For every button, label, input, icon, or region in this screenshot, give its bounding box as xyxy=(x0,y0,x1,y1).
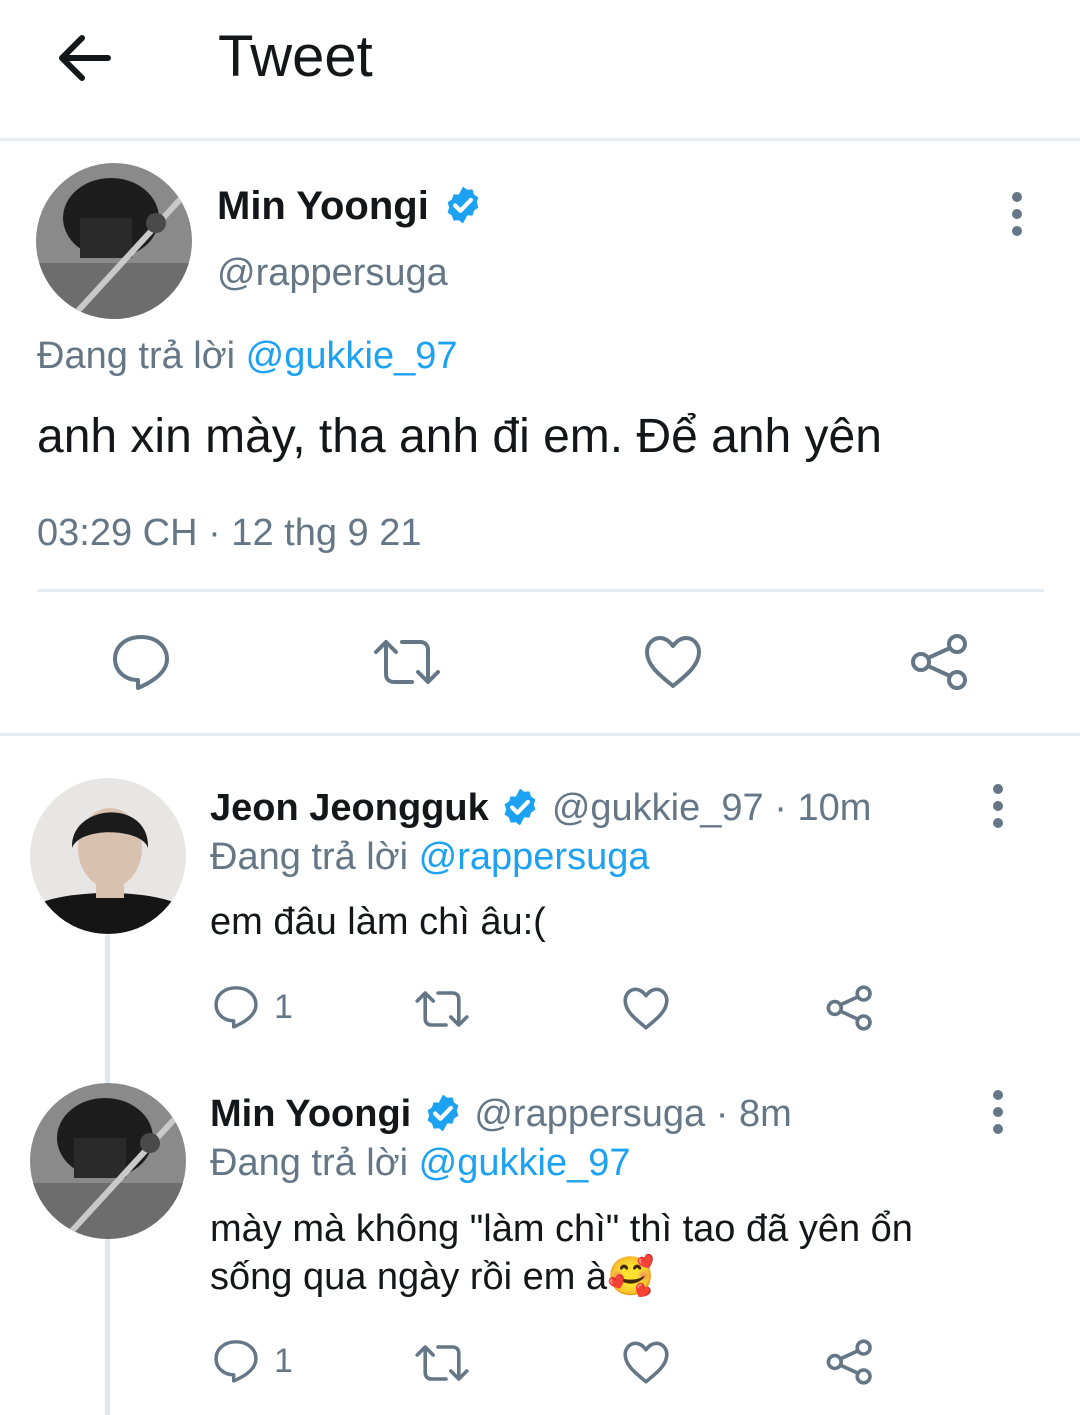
like-icon xyxy=(623,987,669,1030)
top-app-bar: Tweet xyxy=(0,0,1080,141)
author-handle[interactable]: @rappersuga xyxy=(217,250,448,296)
author-name[interactable]: Min Yoongi xyxy=(217,182,484,230)
retweet-icon xyxy=(374,640,440,684)
reply-icon xyxy=(214,986,258,1029)
reply-icon xyxy=(214,1340,258,1383)
replying-to-link[interactable]: @rappersuga xyxy=(419,836,650,878)
like-icon xyxy=(623,1341,669,1384)
author-name[interactable]: Min Yoongi xyxy=(210,1093,411,1135)
tweet-time: · 8m xyxy=(715,1093,792,1135)
more-options-button[interactable] xyxy=(978,1082,1018,1142)
more-options-button[interactable] xyxy=(997,184,1037,244)
retweet-button[interactable] xyxy=(372,636,442,693)
reply-button[interactable]: 1 xyxy=(212,1338,293,1384)
avatar[interactable] xyxy=(36,163,192,319)
page-title: Tweet xyxy=(218,24,373,89)
reply-header: Min Yoongi @rappersuga · 8m xyxy=(210,1091,792,1137)
tweet-text: em đâu làm chì âu:( xyxy=(210,901,546,943)
like-button[interactable] xyxy=(622,986,670,1036)
author-handle[interactable]: @gukkie_97 xyxy=(552,787,764,829)
back-arrow-icon xyxy=(59,35,111,81)
verified-badge-icon xyxy=(504,788,536,826)
share-button[interactable] xyxy=(909,632,971,697)
section-divider xyxy=(0,733,1080,736)
reply-count: 1 xyxy=(274,1342,293,1380)
more-vertical-icon xyxy=(1012,192,1022,236)
more-options-button[interactable] xyxy=(978,776,1018,836)
reply-button[interactable]: 1 xyxy=(212,984,293,1030)
replying-to: Đang trả lời @gukkie_97 xyxy=(37,335,458,377)
replying-to: Đang trả lời @gukkie_97 xyxy=(210,1142,631,1184)
divider xyxy=(37,589,1044,592)
more-vertical-icon xyxy=(993,784,1003,828)
reply-header: Jeon Jeongguk @gukkie_97 · 10m xyxy=(210,785,871,831)
author-name[interactable]: Jeon Jeongguk xyxy=(210,787,489,829)
like-icon xyxy=(645,636,701,688)
avatar[interactable] xyxy=(30,1083,186,1239)
author-handle[interactable]: @rappersuga xyxy=(474,1093,705,1135)
retweet-button[interactable] xyxy=(414,988,470,1035)
share-icon xyxy=(826,985,872,1031)
tweet-text: anh xin mày, tha anh đi em. Để anh yên xyxy=(37,410,882,463)
reply-button[interactable] xyxy=(110,632,172,697)
more-vertical-icon xyxy=(993,1090,1003,1134)
share-button[interactable] xyxy=(825,984,875,1037)
replying-to: Đang trả lời @rappersuga xyxy=(210,836,650,878)
reply-icon xyxy=(113,635,169,690)
replying-to-link[interactable]: @gukkie_97 xyxy=(246,335,458,377)
back-button[interactable] xyxy=(52,26,116,90)
share-icon xyxy=(826,1339,872,1385)
tweet-text: sống qua ngày rồi em à🥰 xyxy=(210,1256,655,1298)
verified-badge-icon xyxy=(447,187,479,224)
tweet-time: · 10m xyxy=(774,787,872,829)
verified-badge-icon xyxy=(427,1094,459,1132)
reply-count: 1 xyxy=(274,988,293,1026)
replying-to-link[interactable]: @gukkie_97 xyxy=(419,1142,631,1184)
retweet-button[interactable] xyxy=(414,1342,470,1389)
retweet-icon xyxy=(415,991,469,1027)
retweet-icon xyxy=(415,1345,469,1381)
avatar[interactable] xyxy=(30,778,186,934)
like-button[interactable] xyxy=(643,634,703,695)
share-icon xyxy=(911,634,967,690)
tweet-timestamp: 03:29 CH · 12 thg 9 21 xyxy=(37,512,422,554)
tweet-text: mày mà không "làm chì" thì tao đã yên ổn xyxy=(210,1208,913,1250)
like-button[interactable] xyxy=(622,1340,670,1390)
share-button[interactable] xyxy=(825,1338,875,1391)
